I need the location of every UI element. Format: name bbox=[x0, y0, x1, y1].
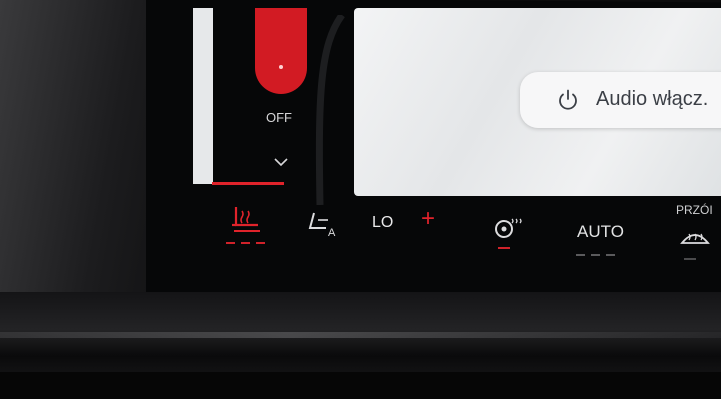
auto-climate-button[interactable]: AUTO bbox=[577, 222, 624, 242]
trim-highlight bbox=[0, 332, 721, 338]
audio-power-label: Audio włącz. bbox=[596, 88, 709, 110]
slider-state-label: OFF bbox=[266, 110, 292, 125]
temperature-value: LO bbox=[372, 214, 394, 231]
seat-heat-icon[interactable] bbox=[226, 203, 266, 237]
front-defrost-label: PRZÓI bbox=[676, 203, 713, 217]
power-icon bbox=[559, 89, 577, 110]
reflection-cable bbox=[315, 15, 345, 205]
svg-text:A: A bbox=[328, 227, 336, 238]
slider-active-indicator bbox=[212, 182, 284, 185]
chevron-down-icon[interactable] bbox=[272, 156, 290, 168]
lower-console bbox=[0, 372, 721, 399]
slider-handle[interactable] bbox=[279, 65, 283, 69]
steering-wheel-heat-icon[interactable] bbox=[492, 215, 522, 241]
seat-auto-icon[interactable]: A bbox=[304, 210, 342, 238]
temperature-increase-button[interactable]: + bbox=[421, 207, 435, 231]
steering-wheel-heat-level bbox=[498, 247, 510, 249]
side-panel-edge bbox=[193, 8, 213, 184]
seat-heat-level bbox=[226, 242, 268, 244]
auto-climate-level bbox=[576, 254, 618, 256]
front-defrost-level bbox=[684, 258, 696, 260]
front-defrost-icon[interactable] bbox=[678, 225, 712, 247]
